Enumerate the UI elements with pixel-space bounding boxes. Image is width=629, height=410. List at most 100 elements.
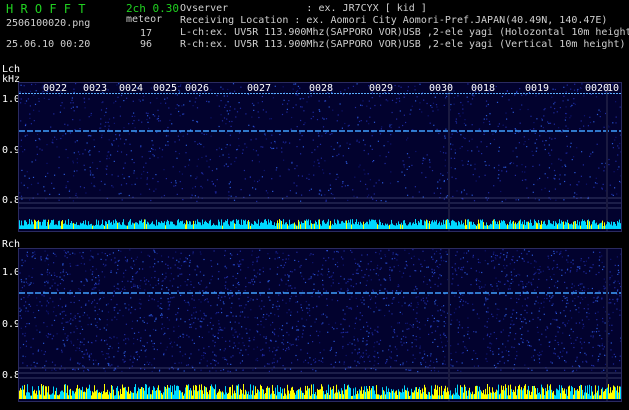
signal-bar [193,385,194,399]
signal-bar [616,225,617,229]
signal-bar [206,387,207,399]
signal-bar [48,386,49,399]
signal-bar [547,384,548,399]
signal-bar [84,224,85,229]
signal-bar [293,223,294,229]
signal-bar [376,222,377,229]
signal-bar [593,220,594,229]
signal-bar [542,387,543,399]
signal-bar [445,220,446,229]
signal-bar [556,388,557,399]
signal-bar [256,393,257,399]
signal-bar [214,389,215,399]
signal-bar [267,386,268,399]
signal-bar [619,219,620,229]
signal-bar [605,389,606,399]
signal-bar [319,219,320,229]
signal-bar [317,388,318,399]
signal-bar [72,223,73,229]
signal-bar [125,386,126,399]
signal-bar [201,225,202,229]
signal-bar [438,395,439,399]
signal-bar [375,394,376,399]
signal-bar [64,384,65,399]
signal-bar [147,221,148,229]
signal-bar [548,390,549,399]
signal-bar [591,224,592,229]
signal-bar [310,220,311,229]
signal-bar [389,391,390,399]
signal-bar [364,224,365,229]
signal-bar [287,224,288,229]
signal-bar [42,386,43,399]
signal-bar [220,225,221,229]
signal-bar [465,386,466,399]
signal-bar [72,390,73,399]
signal-bar [133,392,134,399]
signal-bar [142,387,143,399]
signal-bar [358,221,359,229]
signal-bar [211,384,212,399]
signal-bar [119,395,120,399]
signal-bar [132,392,133,399]
signal-bar [546,225,547,229]
signal-bar [334,219,335,229]
signal-bar [430,395,431,399]
signal-bar [346,220,347,229]
signal-bar [412,392,413,399]
signal-bar [44,219,45,229]
signal-bar [77,225,78,229]
signal-bar [177,385,178,399]
signal-bar [55,391,56,399]
signal-bar [368,224,369,229]
signal-bar [267,224,268,229]
signal-bar [526,394,527,399]
signal-bar [597,225,598,229]
signal-bar [499,394,500,399]
signal-bar [566,222,567,229]
signal-bar [309,225,310,229]
signal-bar [380,395,381,399]
signal-bar [175,390,176,399]
signal-bar [573,221,574,229]
signal-bar [166,388,167,399]
signal-bar [520,219,521,229]
signal-bar [516,224,517,229]
signal-bar [594,220,595,229]
signal-bar [449,222,450,229]
signal-bar [305,220,306,229]
signal-bar [349,222,350,229]
signal-bar [250,225,251,229]
signal-bar [427,394,428,399]
signal-bar [396,390,397,399]
signal-bar [158,221,159,229]
signal-bar [228,224,229,229]
signal-bar [479,223,480,229]
signal-bar [362,224,363,229]
signal-bar [516,395,517,399]
signal-bar [169,387,170,399]
signal-bar [270,220,271,229]
signal-bar [464,225,465,229]
signal-bar [179,390,180,399]
rch-config-line: R-ch:ex. UV5R 113.900Mhz(SAPPORO VOR)USB… [180,39,626,50]
signal-bar [330,220,331,229]
signal-bar [25,395,26,399]
signal-bar [414,390,415,399]
signal-bar [583,221,584,229]
rch-meteor-count: 96 [140,39,153,50]
signal-bar [116,387,117,399]
signal-bar [173,224,174,229]
signal-bar [21,220,22,229]
signal-bar [41,384,42,399]
signal-bar [570,224,571,229]
signal-bar [279,392,280,399]
signal-bar [477,224,478,229]
signal-bar [30,224,31,229]
signal-bar [421,219,422,229]
signal-bar [487,225,488,229]
signal-bar [559,219,560,229]
signal-bar [589,384,590,399]
signal-bar [487,384,488,399]
signal-bar [357,224,358,229]
